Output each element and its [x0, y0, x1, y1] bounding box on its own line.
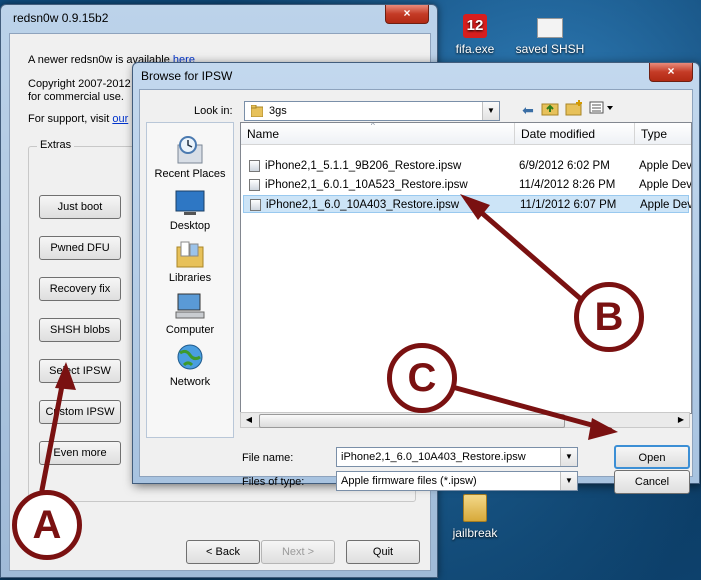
callout-c: C	[387, 343, 457, 413]
arrow-a-head	[55, 362, 76, 390]
callout-b: B	[574, 282, 644, 352]
arrow-b-line	[465, 198, 585, 303]
arrow-c-head	[588, 418, 618, 440]
arrow-c-line	[442, 382, 613, 433]
callout-a: A	[12, 490, 82, 560]
